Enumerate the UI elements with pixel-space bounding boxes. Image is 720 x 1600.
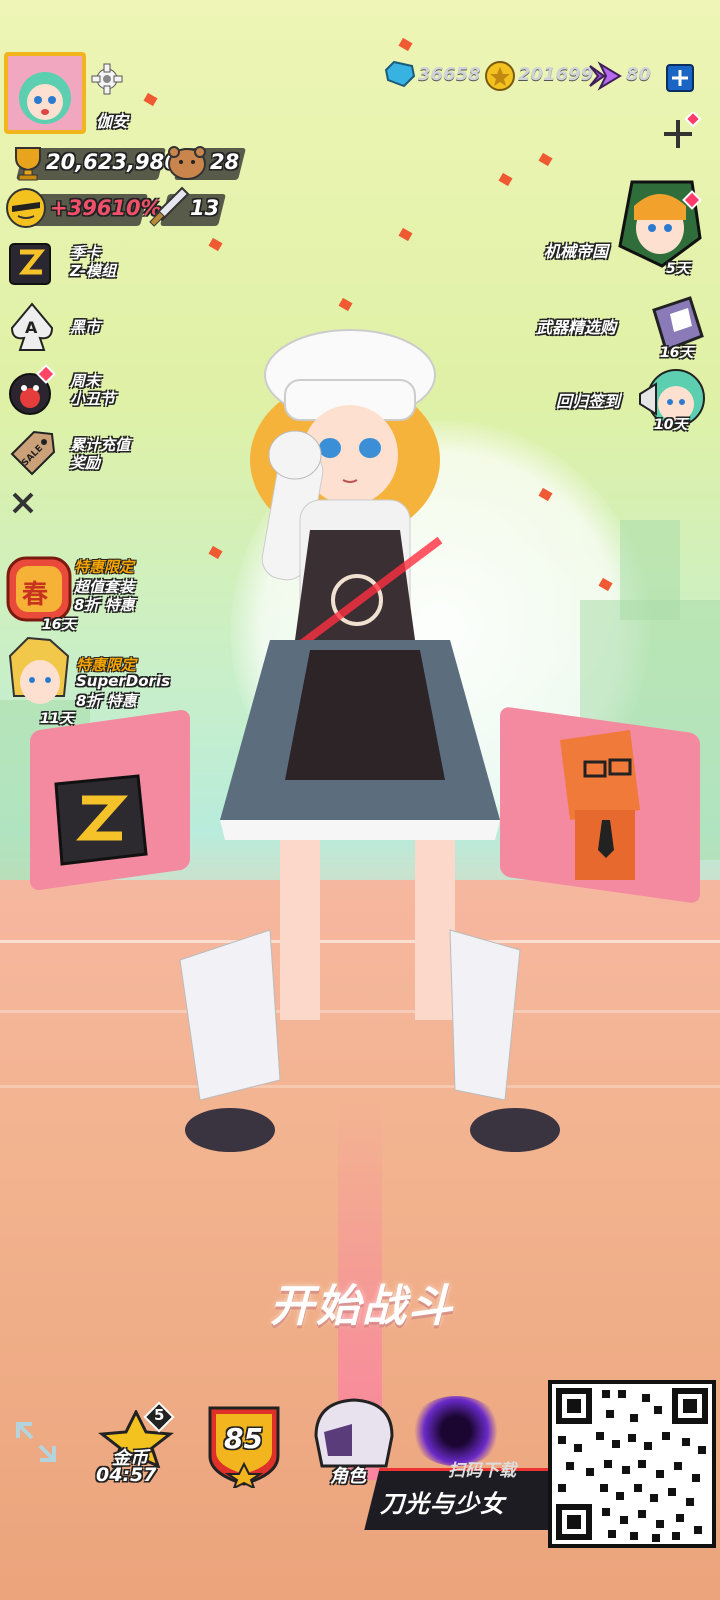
- event-return-checkin[interactable]: 回归签到 10天: [550, 364, 716, 440]
- coin-badge-count: 5: [154, 1406, 165, 1424]
- start-battle-button[interactable]: 开始战斗: [242, 1270, 482, 1334]
- confetti: [498, 172, 513, 187]
- confetti: [338, 297, 353, 312]
- trophy-score: 20,623,986: [46, 150, 179, 174]
- svg-text:A: A: [25, 318, 38, 337]
- menu-season-card[interactable]: 季卡 Z-模组: [6, 238, 186, 288]
- event-weapon-shop[interactable]: 武器精选购 16天: [530, 296, 710, 362]
- event-days: 5天: [666, 261, 690, 277]
- promo-days: 16天: [42, 617, 76, 633]
- role-label: 角色: [330, 1466, 366, 1487]
- character-model[interactable]: [160, 320, 560, 1160]
- sword-count: 13: [190, 196, 220, 220]
- event-label: 机械帝国: [544, 242, 609, 261]
- add-currency-button[interactable]: [666, 64, 694, 92]
- player-level: 85: [224, 1422, 263, 1455]
- gem-count: 36658: [418, 64, 481, 85]
- confetti: [398, 37, 413, 52]
- coin-reward-button[interactable]: 5 金币 04:57: [92, 1400, 178, 1490]
- player-avatar[interactable]: [4, 52, 86, 134]
- confetti: [398, 227, 413, 242]
- z-module-button[interactable]: [46, 770, 152, 870]
- confetti: [538, 152, 553, 167]
- expand-plus-icon[interactable]: [658, 112, 702, 152]
- trophy-icon: [15, 147, 41, 181]
- menu-black-market[interactable]: A 黑市: [6, 300, 186, 354]
- confetti: [208, 237, 223, 252]
- menu-label: 季卡 Z-模组: [70, 244, 117, 280]
- fullscreen-expand-icon[interactable]: [14, 1420, 58, 1464]
- event-mech-empire[interactable]: 机械帝国 5天: [530, 176, 710, 277]
- mech-empire-icon: [618, 180, 702, 268]
- ticket-icon: [589, 61, 622, 91]
- bear-count: 28: [210, 150, 240, 174]
- ticket-count: 80: [626, 64, 652, 85]
- z-card-icon: [9, 243, 51, 285]
- menu-label: 累计充值 奖励: [70, 436, 131, 472]
- gem-icon: [384, 60, 416, 88]
- bonus-percent: +39610%: [50, 196, 162, 220]
- event-label: 回归签到: [556, 392, 621, 411]
- game-title: 刀光与少女: [380, 1490, 505, 1518]
- scan-download-text: 扫码下载: [448, 1461, 516, 1481]
- event-label: 武器精选购: [536, 318, 617, 337]
- event-days: 16天: [660, 345, 694, 361]
- menu-recharge-reward[interactable]: SALE 累计充值 奖励: [6, 428, 186, 482]
- sword-icon: [149, 186, 190, 227]
- qr-code[interactable]: [548, 1380, 716, 1548]
- level-button[interactable]: 85: [204, 1402, 284, 1488]
- spade-card-icon: A: [10, 302, 54, 351]
- sale-tag-icon: SALE: [10, 430, 56, 476]
- background-building: [620, 520, 680, 620]
- coin-count: 201699: [518, 64, 594, 85]
- promo-line2: SuperDoris: [76, 672, 171, 690]
- bear-icon: [168, 146, 206, 180]
- promo-line3: 8折 特惠: [74, 596, 135, 614]
- promo-spring-pack[interactable]: 春 特惠限定 超值套装 8折 特惠 16天: [4, 554, 184, 638]
- promo-days: 11天: [40, 711, 74, 727]
- coin-timer: 04:57: [96, 1464, 157, 1486]
- player-name: 伽安: [96, 112, 129, 131]
- close-icon[interactable]: [10, 490, 36, 516]
- menu-label: 周末 小丑节: [70, 372, 116, 408]
- clown-icon: [9, 364, 56, 415]
- promo-superdoris[interactable]: 特惠限定 SuperDoris 8折 特惠 11天: [4, 636, 194, 727]
- promo-title: 特惠限定: [74, 558, 135, 576]
- menu-weekend-clown[interactable]: 周末 小丑节: [6, 364, 186, 418]
- bonus-face-icon: [6, 188, 46, 228]
- event-days: 10天: [654, 417, 688, 433]
- promo-line3: 8折 特惠: [76, 692, 137, 710]
- coin-icon: [485, 61, 515, 91]
- menu-label: 黑市: [70, 318, 101, 336]
- confetti: [143, 92, 158, 107]
- settings-gear-icon[interactable]: [90, 62, 124, 96]
- promo-badge-text: 春: [22, 580, 49, 610]
